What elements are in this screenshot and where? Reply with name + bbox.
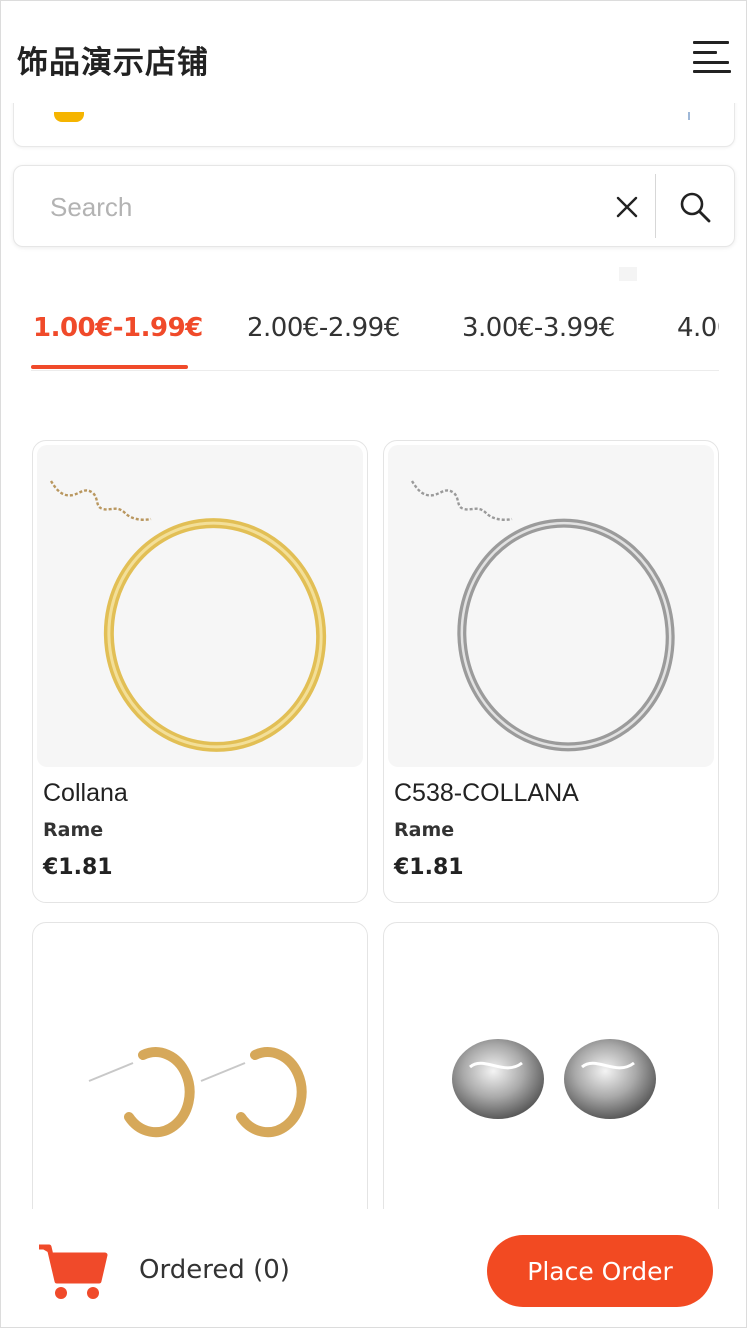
price-range-tabs: 1.00€-1.99€ 2.00€-2.99€ 3.00€-3.99€ 4.00… bbox=[31, 285, 719, 371]
app-frame: 饰品演示店铺 1.00€-1.99€ 2.00€-2.99€ 3.00€-3.9… bbox=[0, 0, 747, 1328]
notice-marker bbox=[688, 112, 690, 120]
tab-price-1[interactable]: 1.00€-1.99€ bbox=[33, 313, 203, 343]
search-input[interactable] bbox=[50, 186, 590, 228]
tab-price-2[interactable]: 2.00€-2.99€ bbox=[247, 313, 400, 343]
tab-price-3[interactable]: 3.00€-3.99€ bbox=[462, 313, 615, 343]
product-price: €1.81 bbox=[394, 855, 464, 880]
product-material: Rame bbox=[394, 819, 455, 841]
tabs-scroll-hint bbox=[619, 267, 637, 281]
product-material: Rame bbox=[43, 819, 104, 841]
place-order-button[interactable]: Place Order bbox=[487, 1235, 713, 1307]
bottom-order-bar: Ordered (0) Place Order bbox=[1, 1209, 746, 1327]
product-name: Collana bbox=[43, 779, 128, 807]
header: 饰品演示店铺 bbox=[1, 1, 746, 103]
search-icon[interactable] bbox=[678, 190, 712, 224]
product-image-gold-necklace bbox=[37, 445, 363, 767]
active-tab-indicator bbox=[31, 365, 188, 369]
ordered-count[interactable]: Ordered (0) bbox=[139, 1255, 290, 1285]
product-card[interactable]: C538-COLLANA Rame €1.81 bbox=[383, 440, 719, 903]
product-name: C538-COLLANA bbox=[394, 779, 579, 807]
shopping-cart-icon[interactable] bbox=[37, 1241, 109, 1301]
product-card[interactable]: Collana Rame €1.81 bbox=[32, 440, 368, 903]
product-image-gold-hoop-earrings bbox=[37, 927, 363, 1217]
notice-indicator bbox=[54, 112, 84, 122]
search-divider bbox=[655, 174, 656, 238]
search-box bbox=[13, 165, 735, 247]
store-title: 饰品演示店铺 bbox=[17, 45, 209, 81]
tab-price-4[interactable]: 4.00€-4.99€ bbox=[677, 313, 719, 343]
hamburger-menu-icon[interactable] bbox=[693, 41, 731, 73]
close-icon[interactable] bbox=[614, 194, 640, 220]
product-image-silver-stud-earrings bbox=[388, 927, 714, 1217]
product-image-silver-necklace bbox=[388, 445, 714, 767]
product-price: €1.81 bbox=[43, 855, 113, 880]
